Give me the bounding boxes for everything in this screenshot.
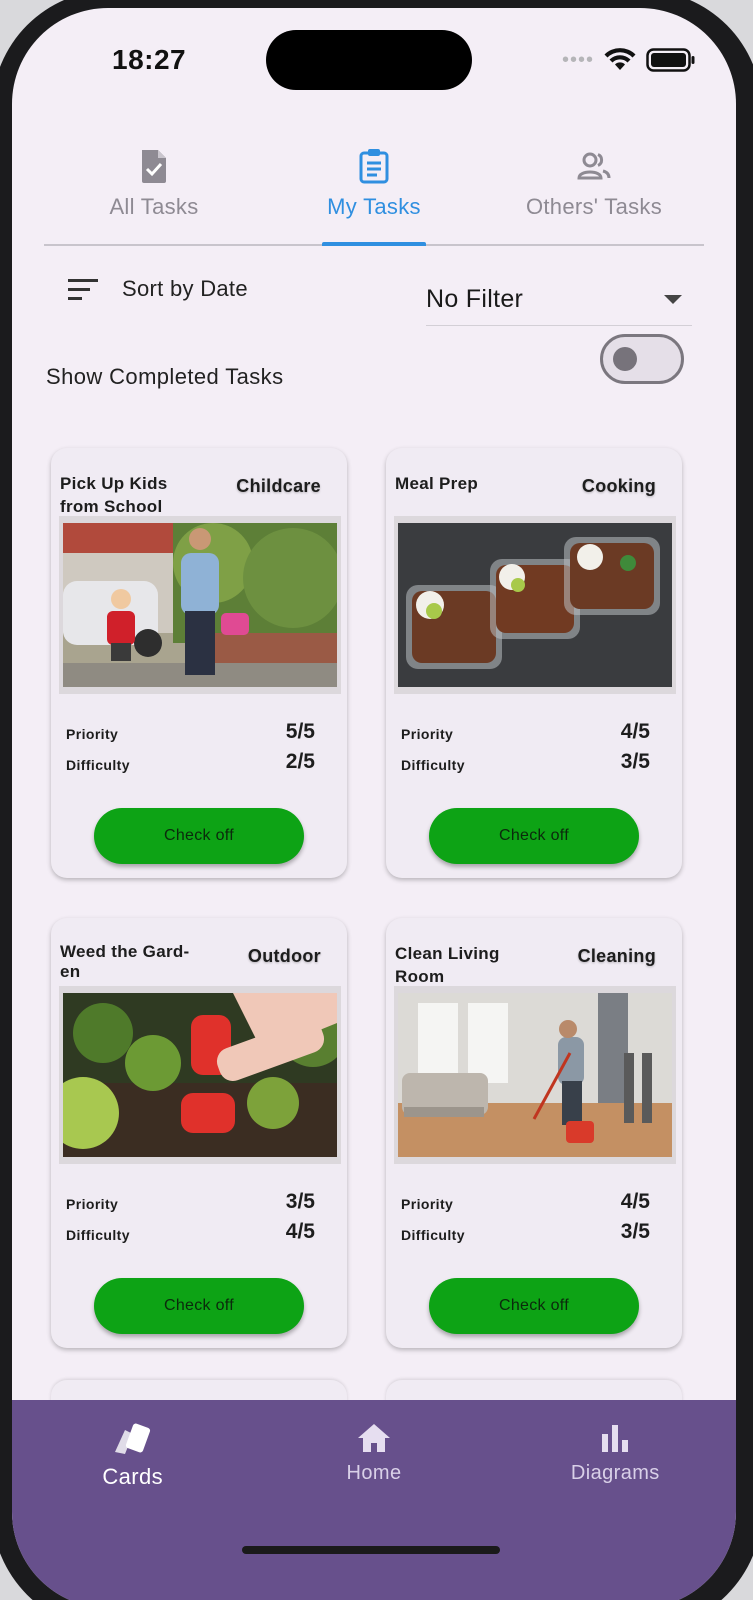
parent-walking-child-photo [63,523,337,687]
nav-label: Cards [102,1464,163,1489]
phone-frame: 18:27 •••• All Tasks My Tasks Others' Ta… [0,0,753,1600]
tab-label: All Tasks [109,194,199,219]
document-check-icon [142,150,166,183]
difficulty-label: Difficulty [401,1227,465,1243]
nav-home[interactable]: Home [253,1400,494,1600]
tab-label: My Tasks [327,194,421,219]
task-category: Outdoor [247,946,321,966]
signal-dots-icon: •••• [561,48,594,71]
check-off-button[interactable]: Check off [429,1278,639,1334]
priority-label: Priority [401,726,454,742]
nav-diagrams[interactable]: Diagrams [495,1400,736,1600]
task-title: Meal Prep [395,474,479,493]
priority-value: 5/5 [285,720,315,743]
status-icons: •••• [562,48,696,72]
difficulty-value: 4/5 [285,1220,315,1243]
sort-lines-icon [68,279,98,300]
show-completed-toggle[interactable] [600,334,684,384]
battery-icon [646,48,695,72]
app-screen: 18:27 •••• All Tasks My Tasks Others' Ta… [12,8,736,1600]
bar-chart-icon [602,1425,629,1452]
difficulty-label: Difficulty [401,757,465,773]
task-card[interactable]: Weed the Gard- en Outdoor Priority 3/5 D… [51,918,347,1348]
tab-my-tasks[interactable]: My Tasks [264,128,484,246]
sort-by-date-button[interactable]: Sort by Date [68,276,248,302]
people-icon [577,152,611,180]
status-time: 18:27 [112,44,187,75]
home-icon [357,1424,390,1452]
dropdown-arrow-icon [664,295,682,304]
show-completed-label: Show Completed Tasks [46,364,284,389]
toggle-knob [613,347,637,371]
sort-label: Sort by Date [122,276,248,301]
priority-label: Priority [66,1196,119,1212]
nav-label: Diagrams [570,1462,660,1484]
task-category: Cleaning [577,946,656,966]
task-title: Clean Living Room [395,944,500,986]
priority-value: 4/5 [620,1190,650,1213]
meal-prep-containers-photo [398,523,672,687]
bottom-navigation: Cards Home Diagrams [12,1400,736,1600]
filter-value: No Filter [426,285,524,313]
clipboard-list-icon [359,149,389,184]
difficulty-value: 2/5 [285,750,315,773]
cards-icon [114,1423,150,1454]
tab-others-tasks[interactable]: Others' Tasks [484,128,704,244]
gloved-hand-weeding-photo [63,993,337,1157]
wifi-icon [604,48,636,70]
task-card[interactable]: Pick Up Kids from School Childcare Prior… [51,448,347,878]
home-indicator [242,1546,500,1554]
task-photo [394,986,676,1164]
difficulty-label: Difficulty [66,1227,130,1243]
task-category: Childcare [236,476,321,496]
dynamic-island [266,30,472,90]
filter-dropdown[interactable]: No Filter [426,274,692,326]
difficulty-value: 3/5 [620,1220,650,1243]
task-tabs: All Tasks My Tasks Others' Tasks [44,128,704,246]
check-off-button[interactable]: Check off [429,808,639,864]
priority-value: 4/5 [620,720,650,743]
check-off-button[interactable]: Check off [94,1278,304,1334]
difficulty-label: Difficulty [66,757,130,773]
difficulty-value: 3/5 [620,750,650,773]
tab-all-tasks[interactable]: All Tasks [44,128,264,244]
task-card[interactable]: Clean Living Room Cleaning Priority 4/5 … [386,918,682,1348]
task-category: Cooking [581,476,656,496]
nav-cards[interactable]: Cards [12,1400,253,1600]
man-mopping-living-room-photo [398,993,672,1157]
priority-label: Priority [66,726,119,742]
task-photo [59,986,341,1164]
priority-value: 3/5 [285,1190,315,1213]
task-photo [394,516,676,694]
nav-label: Home [346,1462,402,1484]
task-title: Weed the Gard- en [60,942,190,981]
priority-label: Priority [401,1196,454,1212]
task-photo [59,516,341,694]
tab-label: Others' Tasks [525,194,663,219]
task-card[interactable]: Meal Prep Cooking Priority 4/5 Difficult… [386,448,682,878]
task-title: Pick Up Kids from School [60,474,168,516]
check-off-button[interactable]: Check off [94,808,304,864]
